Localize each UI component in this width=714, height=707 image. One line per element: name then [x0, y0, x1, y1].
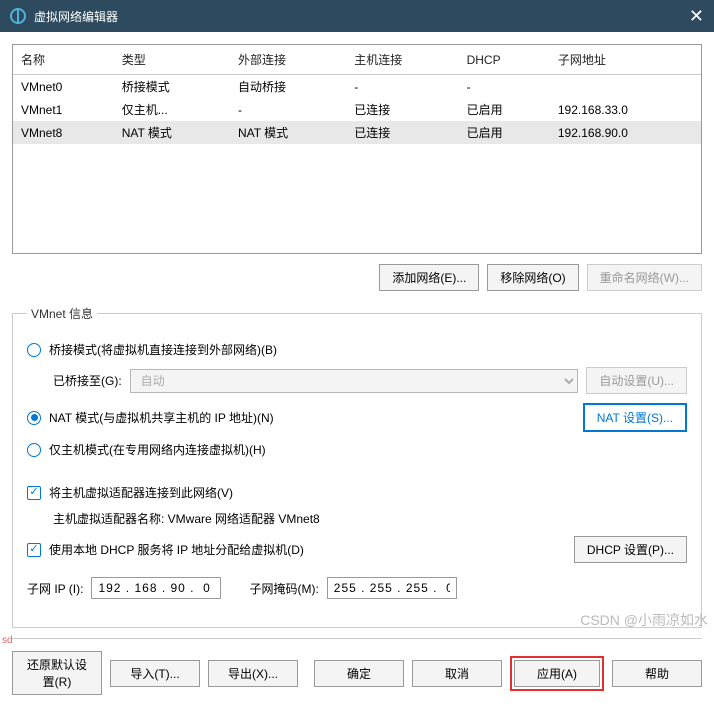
dhcp-label: 使用本地 DHCP 服务将 IP 地址分配给虚拟机(D): [49, 541, 304, 558]
table-row[interactable]: VMnet0桥接模式自动桥接--: [13, 75, 701, 99]
col-dhcp[interactable]: DHCP: [459, 45, 550, 75]
cancel-button[interactable]: 取消: [412, 660, 502, 687]
col-name[interactable]: 名称: [13, 45, 114, 75]
nat-settings-button[interactable]: NAT 设置(S)...: [583, 403, 687, 432]
bridged-to-label: 已桥接至(G):: [53, 372, 122, 389]
dhcp-settings-button[interactable]: DHCP 设置(P)...: [574, 536, 687, 563]
col-subnet[interactable]: 子网地址: [550, 45, 701, 75]
add-network-button[interactable]: 添加网络(E)...: [379, 264, 479, 291]
rename-network-button: 重命名网络(W)...: [587, 264, 702, 291]
apply-button[interactable]: 应用(A): [514, 660, 600, 687]
nat-radio[interactable]: [27, 411, 41, 425]
close-icon[interactable]: ✕: [689, 6, 704, 27]
bridge-radio[interactable]: [27, 343, 41, 357]
subnet-mask-label: 子网掩码(M):: [249, 580, 318, 597]
hostonly-radio[interactable]: [27, 443, 41, 457]
subnet-ip-input[interactable]: [91, 577, 221, 599]
nat-label: NAT 模式(与虚拟机共享主机的 IP 地址)(N): [49, 409, 274, 426]
hostonly-label: 仅主机模式(在专用网络内连接虚拟机)(H): [49, 441, 266, 458]
ok-button[interactable]: 确定: [314, 660, 404, 687]
subnet-mask-input[interactable]: [327, 577, 457, 599]
vmnet-info-group: VMnet 信息 桥接模式(将虚拟机直接连接到外部网络)(B) 已桥接至(G):…: [12, 305, 702, 628]
export-button[interactable]: 导出(X)...: [208, 660, 298, 687]
app-logo-icon: [10, 8, 26, 24]
col-host[interactable]: 主机连接: [346, 45, 458, 75]
remove-network-button[interactable]: 移除网络(O): [487, 264, 578, 291]
dhcp-checkbox[interactable]: ✓: [27, 543, 41, 557]
bridge-label: 桥接模式(将虚拟机直接连接到外部网络)(B): [49, 341, 277, 358]
col-ext[interactable]: 外部连接: [230, 45, 346, 75]
subnet-ip-label: 子网 IP (I):: [27, 580, 83, 597]
col-type[interactable]: 类型: [114, 45, 230, 75]
table-row[interactable]: VMnet1仅主机...-已连接已启用192.168.33.0: [13, 98, 701, 121]
apply-highlight: 应用(A): [510, 656, 604, 691]
host-adapter-name: 主机虚拟适配器名称: VMware 网络适配器 VMnet8: [53, 510, 320, 527]
vmnet-info-legend: VMnet 信息: [27, 305, 97, 322]
titlebar: 虚拟网络编辑器 ✕: [0, 0, 714, 32]
auto-settings-button: 自动设置(U)...: [586, 367, 687, 394]
host-adapter-label: 将主机虚拟适配器连接到此网络(V): [49, 484, 233, 501]
table-row[interactable]: VMnet8NAT 模式NAT 模式已连接已启用192.168.90.0: [13, 121, 701, 144]
window-title: 虚拟网络编辑器: [34, 8, 118, 25]
bridged-to-select: 自动: [130, 369, 579, 393]
vmnet-table[interactable]: 名称 类型 外部连接 主机连接 DHCP 子网地址 VMnet0桥接模式自动桥接…: [12, 44, 702, 254]
host-adapter-checkbox[interactable]: ✓: [27, 486, 41, 500]
help-button[interactable]: 帮助: [612, 660, 702, 687]
import-button[interactable]: 导入(T)...: [110, 660, 200, 687]
sd-text: sd: [2, 635, 13, 646]
